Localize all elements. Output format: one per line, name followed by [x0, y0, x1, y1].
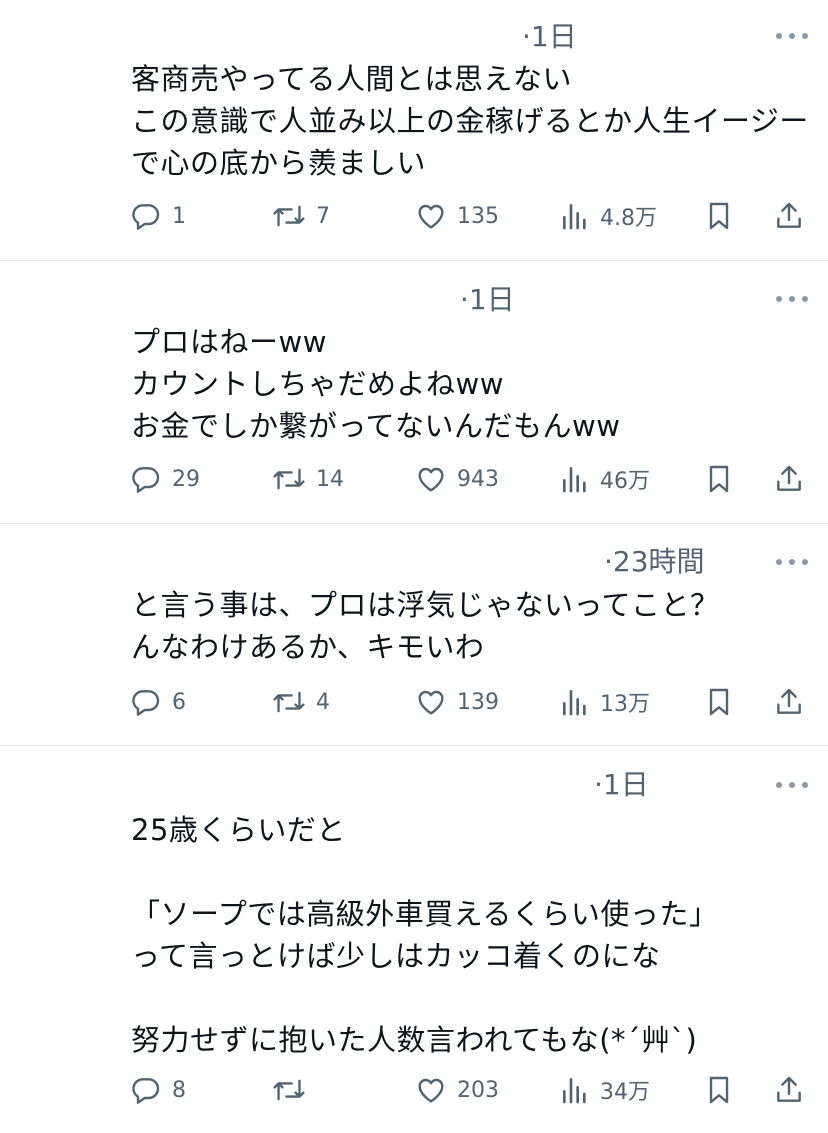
reply-count: 6 — [172, 689, 186, 715]
like-button[interactable]: 135 — [415, 196, 499, 236]
reply-icon — [132, 204, 160, 230]
post-timestamp[interactable]: ·1日 — [522, 20, 577, 54]
post-timestamp[interactable]: ·1日 — [460, 283, 515, 317]
view-count: 13万 — [600, 692, 650, 717]
repost-count: 4 — [316, 689, 330, 715]
post-actions: 29 14 943 46万 — [0, 459, 828, 499]
post-text: 客商売やってる人間とは思えない この意識で人並み以上の金稼げるとか人生イージーで… — [131, 62, 809, 180]
reply-icon — [132, 467, 160, 493]
views-button[interactable]: 34万 — [560, 1070, 650, 1110]
like-button[interactable]: 139 — [415, 682, 499, 722]
view-count: 46万 — [600, 469, 650, 494]
reply-button[interactable]: 29 — [130, 459, 200, 499]
share-button[interactable] — [773, 459, 805, 499]
more-icon[interactable] — [776, 31, 808, 41]
share-button[interactable] — [773, 1070, 805, 1110]
share-icon — [777, 465, 801, 491]
post-1[interactable]: ·1日 客商売やってる人間とは思えない この意識で人並み以上の金稼げるとか人生イ… — [0, 0, 828, 260]
repost-icon — [273, 691, 305, 713]
more-icon[interactable] — [776, 780, 808, 790]
post-timestamp[interactable]: ·1日 — [594, 768, 649, 802]
reply-icon — [132, 690, 160, 716]
post-actions: 6 4 139 13万 — [0, 682, 828, 722]
reply-button[interactable]: 1 — [130, 196, 186, 236]
bookmark-icon — [709, 202, 729, 230]
bookmark-button[interactable] — [705, 459, 733, 499]
post-text: 25歳くらいだと 「ソープでは高級外車買えるくらい使った」 って言っとけば少しは… — [131, 813, 719, 1057]
reply-count: 29 — [172, 466, 200, 492]
bookmark-icon — [709, 465, 729, 493]
heart-icon — [418, 690, 444, 715]
bookmark-button[interactable] — [705, 1070, 733, 1110]
views-icon — [563, 204, 586, 230]
reply-count: 8 — [172, 1077, 186, 1103]
like-count: 135 — [457, 203, 499, 229]
views-button[interactable]: 46万 — [560, 459, 650, 499]
share-button[interactable] — [773, 682, 805, 722]
views-icon — [563, 1078, 586, 1104]
like-count: 943 — [457, 466, 499, 492]
post-timestamp[interactable]: ·23時間 — [604, 545, 705, 579]
more-icon[interactable] — [776, 557, 808, 567]
post-3[interactable]: ·23時間 と言う事は、プロは浮気じゃないってこと？ んなわけあるか、キモいわ … — [0, 524, 828, 745]
share-icon — [777, 1076, 801, 1102]
post-text: と言う事は、プロは浮気じゃないってこと？ んなわけあるか、キモいわ — [131, 588, 720, 664]
like-count: 139 — [457, 689, 499, 715]
bookmark-button[interactable] — [705, 682, 733, 722]
like-button[interactable]: 943 — [415, 459, 499, 499]
repost-button[interactable]: 4 — [272, 682, 330, 722]
repost-icon — [273, 1079, 305, 1101]
bookmark-button[interactable] — [705, 196, 733, 236]
like-button[interactable]: 203 — [415, 1070, 499, 1110]
heart-icon — [418, 467, 444, 492]
post-4[interactable]: ·1日 25歳くらいだと 「ソープでは高級外車買えるくらい使った」 って言っとけ… — [0, 746, 828, 1133]
post-actions: 1 7 135 4.8万 — [0, 196, 828, 236]
heart-icon — [418, 1078, 444, 1103]
view-count: 34万 — [600, 1080, 650, 1105]
repost-button[interactable]: 7 — [272, 196, 330, 236]
view-count: 4.8万 — [600, 206, 657, 231]
repost-icon — [273, 468, 305, 490]
post-actions: 8 203 34万 — [0, 1070, 828, 1110]
bookmark-icon — [709, 1076, 729, 1104]
share-icon — [777, 688, 801, 714]
heart-icon — [418, 204, 444, 229]
reply-count: 1 — [172, 203, 186, 229]
views-icon — [563, 467, 586, 493]
like-count: 203 — [457, 1077, 499, 1103]
share-button[interactable] — [773, 196, 805, 236]
repost-count: 7 — [316, 203, 330, 229]
views-button[interactable]: 4.8万 — [560, 196, 657, 236]
reply-icon — [132, 1078, 160, 1104]
repost-icon — [273, 205, 305, 227]
bookmark-icon — [709, 688, 729, 716]
repost-count: 14 — [316, 466, 344, 492]
views-icon — [563, 690, 586, 716]
reply-button[interactable]: 6 — [130, 682, 186, 722]
more-icon[interactable] — [776, 294, 808, 304]
share-icon — [777, 202, 801, 228]
repost-button[interactable] — [272, 1070, 316, 1110]
post-2[interactable]: ·1日 プロはねーww カウントしちゃだめよねww お金でしか繋がってないんだも… — [0, 261, 828, 523]
views-button[interactable]: 13万 — [560, 682, 650, 722]
reply-button[interactable]: 8 — [130, 1070, 186, 1110]
repost-button[interactable]: 14 — [272, 459, 344, 499]
post-text: プロはねーww カウントしちゃだめよねww お金でしか繋がってないんだもんww — [131, 325, 621, 443]
